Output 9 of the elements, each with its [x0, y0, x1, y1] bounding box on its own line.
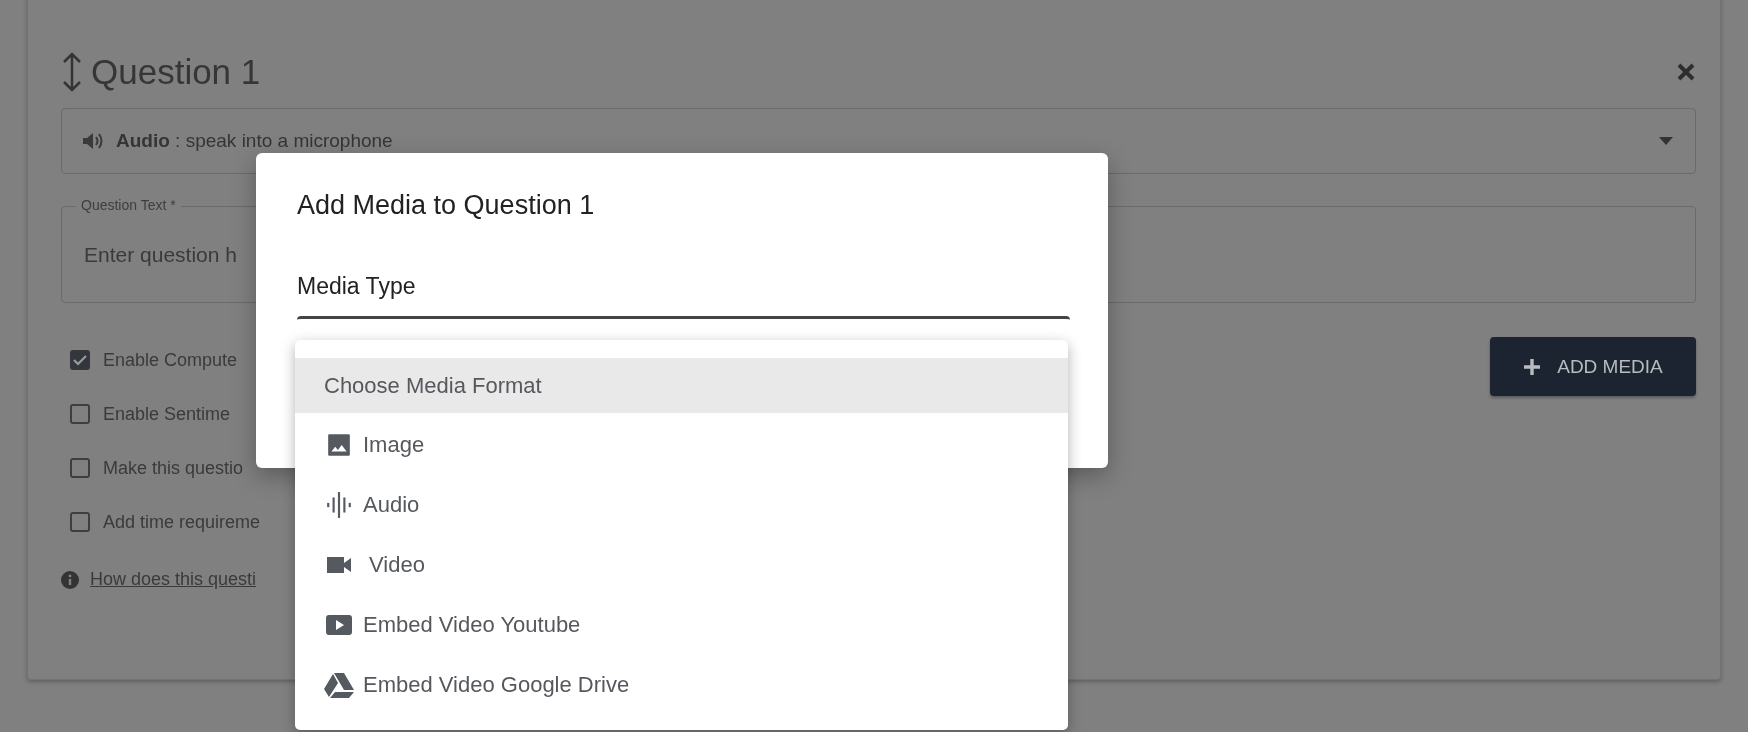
checkbox-label: Add time requireme	[103, 511, 261, 533]
dialog-title: Add Media to Question 1	[297, 190, 596, 221]
checkbox-label: Make this questio	[103, 457, 244, 479]
media-type-label: Media Type	[297, 273, 417, 300]
answer-type-value: Audio : speak into a microphone	[116, 130, 394, 152]
checkbox-label: Enable Compute	[103, 349, 238, 371]
checkbox-label: Enable Sentime	[103, 403, 231, 425]
question-title: Question 1	[91, 52, 262, 92]
field-label: Question Text *	[76, 197, 181, 213]
